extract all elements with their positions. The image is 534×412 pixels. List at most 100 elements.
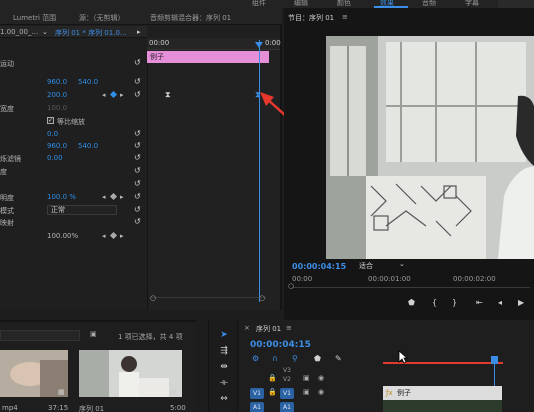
mark-in-icon[interactable]: { bbox=[432, 298, 437, 307]
add-keyframe-icon[interactable] bbox=[109, 192, 118, 201]
property-value[interactable]: 200.0 bbox=[47, 91, 67, 99]
reset-parameter-icon[interactable]: ↺ bbox=[134, 91, 142, 99]
workspace-tab-assembly[interactable]: 组件 bbox=[252, 0, 266, 8]
marker-icon[interactable]: ⬟ bbox=[408, 298, 415, 307]
previous-keyframe-icon[interactable]: ◂ bbox=[102, 91, 106, 99]
reset-parameter-icon[interactable]: ↺ bbox=[134, 142, 142, 150]
property-value-y[interactable]: 540.0 bbox=[78, 78, 98, 86]
panel-menu-icon[interactable]: ≡ bbox=[342, 13, 348, 21]
reset-parameter-icon[interactable]: ↺ bbox=[134, 167, 142, 175]
close-icon[interactable]: × bbox=[244, 324, 250, 332]
project-item-thumbnail[interactable] bbox=[79, 350, 182, 397]
tab-lumetri-scopes[interactable]: Lumetri 范围 bbox=[13, 13, 56, 23]
next-keyframe-icon[interactable]: ▸ bbox=[120, 91, 124, 99]
eye-icon[interactable]: ◉ bbox=[318, 374, 324, 382]
reset-parameter-icon[interactable]: ↺ bbox=[134, 130, 142, 138]
property-value[interactable]: 0.0 bbox=[47, 130, 58, 138]
reset-parameter-icon[interactable]: ↺ bbox=[134, 180, 142, 188]
next-keyframe-icon[interactable]: ▸ bbox=[120, 193, 124, 201]
dropdown-arrow-icon[interactable]: ⌄ bbox=[42, 28, 48, 36]
timeline-audio-clip[interactable] bbox=[383, 400, 502, 412]
property-label: 度 bbox=[0, 168, 7, 176]
lock-icon[interactable]: 🔒 bbox=[268, 374, 277, 382]
track-label[interactable]: A1 bbox=[280, 402, 294, 412]
play-only-icon[interactable]: ▸ bbox=[137, 28, 141, 36]
timeline-timecode[interactable]: 00:00:04:15 bbox=[250, 340, 311, 350]
project-selection-status: 1 项已选择，共 4 项 bbox=[118, 333, 183, 341]
tab-source[interactable]: 源：（无剪辑） bbox=[79, 13, 125, 23]
nest-icon[interactable]: ⚙ bbox=[252, 354, 259, 363]
program-monitor-title[interactable]: 节目：序列 01 bbox=[288, 13, 334, 23]
blend-mode-select[interactable]: 正常 bbox=[47, 205, 117, 215]
reset-parameter-icon[interactable]: ↺ bbox=[134, 218, 142, 226]
scrub-handle[interactable]: ○ bbox=[288, 282, 294, 290]
playhead-line[interactable] bbox=[259, 40, 260, 302]
timeline-tab[interactable]: 序列 01 bbox=[256, 324, 281, 334]
workspace-bar bbox=[0, 0, 534, 8]
scroll-start-handle[interactable]: ○ bbox=[150, 294, 156, 302]
next-keyframe-icon[interactable]: ▸ bbox=[120, 232, 124, 240]
scrub-bar[interactable] bbox=[292, 287, 530, 288]
sync-lock-icon[interactable]: ▣ bbox=[303, 374, 310, 382]
previous-keyframe-icon[interactable]: ◂ bbox=[102, 193, 106, 201]
reset-parameter-icon[interactable]: ↺ bbox=[134, 154, 142, 162]
track-label[interactable]: V2 bbox=[280, 374, 294, 385]
previous-keyframe-icon[interactable]: ◂ bbox=[102, 232, 106, 240]
playhead-handle[interactable] bbox=[255, 42, 263, 48]
reset-parameter-icon[interactable]: ↺ bbox=[134, 59, 142, 67]
sync-lock-icon[interactable]: ▣ bbox=[303, 388, 310, 396]
reset-parameter-icon[interactable]: ↺ bbox=[134, 193, 142, 201]
track-label[interactable]: V1 bbox=[280, 388, 294, 399]
workspace-tab-color[interactable]: 颜色 bbox=[337, 0, 351, 8]
program-ruler[interactable]: 00:00 00:00:01:00 00:00:02:00 ○ bbox=[288, 273, 534, 295]
property-value[interactable]: 100.00% bbox=[47, 232, 78, 240]
linked-selection-icon[interactable]: ⚲ bbox=[292, 354, 298, 363]
lock-icon[interactable]: 🔒 bbox=[268, 388, 277, 396]
zoom-level-select[interactable]: 适合 ⌄ bbox=[357, 260, 409, 271]
workspace-tab-captions[interactable]: 字幕 bbox=[465, 0, 479, 8]
reset-parameter-icon[interactable]: ↺ bbox=[134, 206, 142, 214]
scroll-end-handle[interactable]: ○ bbox=[259, 294, 265, 302]
slip-tool-icon[interactable]: ⇔ bbox=[219, 394, 229, 404]
mark-out-icon[interactable]: } bbox=[452, 298, 457, 307]
program-timecode[interactable]: 00:00:04:15 bbox=[292, 262, 346, 271]
reset-parameter-icon[interactable]: ↺ bbox=[134, 78, 142, 86]
ripple-edit-tool-icon[interactable]: ⇹ bbox=[219, 362, 229, 372]
keyframe-icon[interactable]: ⧗ bbox=[165, 91, 171, 99]
source-patch-v1[interactable]: V1 bbox=[250, 388, 264, 399]
go-to-in-icon[interactable]: ⇤ bbox=[476, 298, 483, 307]
chevron-down-icon: ⌄ bbox=[399, 260, 405, 268]
timeline-video-clip[interactable]: ƒx 例子 bbox=[383, 386, 502, 400]
add-keyframe-icon[interactable] bbox=[109, 231, 118, 240]
project-search-input[interactable] bbox=[0, 330, 80, 341]
effect-property-row: 960.0 540.0 ↺ bbox=[0, 77, 147, 89]
sequence-clip-label[interactable]: 序列 01 * 序列 01.0... bbox=[55, 28, 127, 38]
property-value-y[interactable]: 540.0 bbox=[78, 142, 98, 150]
project-item-duration: 37:15 bbox=[48, 404, 69, 412]
selection-tool-icon[interactable]: ➤ bbox=[219, 330, 229, 340]
property-value[interactable]: 100.0 bbox=[47, 104, 67, 112]
property-value[interactable]: 960.0 bbox=[47, 142, 67, 150]
add-marker-icon[interactable]: ⬟ bbox=[314, 354, 321, 363]
source-patch-a1[interactable]: A1 bbox=[250, 402, 264, 412]
snap-icon[interactable]: ∩ bbox=[272, 354, 278, 363]
panel-menu-icon[interactable]: ≡ bbox=[286, 324, 292, 332]
mini-timeline-scrollbar[interactable]: ○ ○ bbox=[150, 294, 266, 304]
eye-icon[interactable]: ◉ bbox=[318, 388, 324, 396]
mini-timeline-clip[interactable]: 例子 bbox=[147, 51, 269, 63]
property-value[interactable]: 100.0 % bbox=[47, 193, 76, 201]
workspace-tab-editing[interactable]: 编辑 bbox=[294, 0, 308, 8]
step-back-icon[interactable]: ◂ bbox=[498, 298, 502, 307]
property-value[interactable]: 0.00 bbox=[47, 154, 63, 162]
razor-tool-icon[interactable]: ⟛ bbox=[219, 378, 229, 388]
play-icon[interactable]: ▶ bbox=[518, 298, 524, 307]
wrench-icon[interactable]: ✎ bbox=[335, 354, 342, 363]
uniform-scale-checkbox[interactable]: ✓ bbox=[47, 117, 54, 124]
workspace-tab-audio[interactable]: 音频 bbox=[422, 0, 436, 8]
track-select-tool-icon[interactable]: ⇶ bbox=[219, 346, 229, 356]
search-box[interactable] bbox=[498, 0, 534, 8]
property-value[interactable]: 960.0 bbox=[47, 78, 67, 86]
tab-audio-clip-mixer[interactable]: 音频剪辑混合器：序列 01 bbox=[150, 13, 231, 23]
add-keyframe-icon[interactable] bbox=[109, 90, 118, 99]
bin-icon[interactable]: ▣ bbox=[90, 330, 97, 338]
